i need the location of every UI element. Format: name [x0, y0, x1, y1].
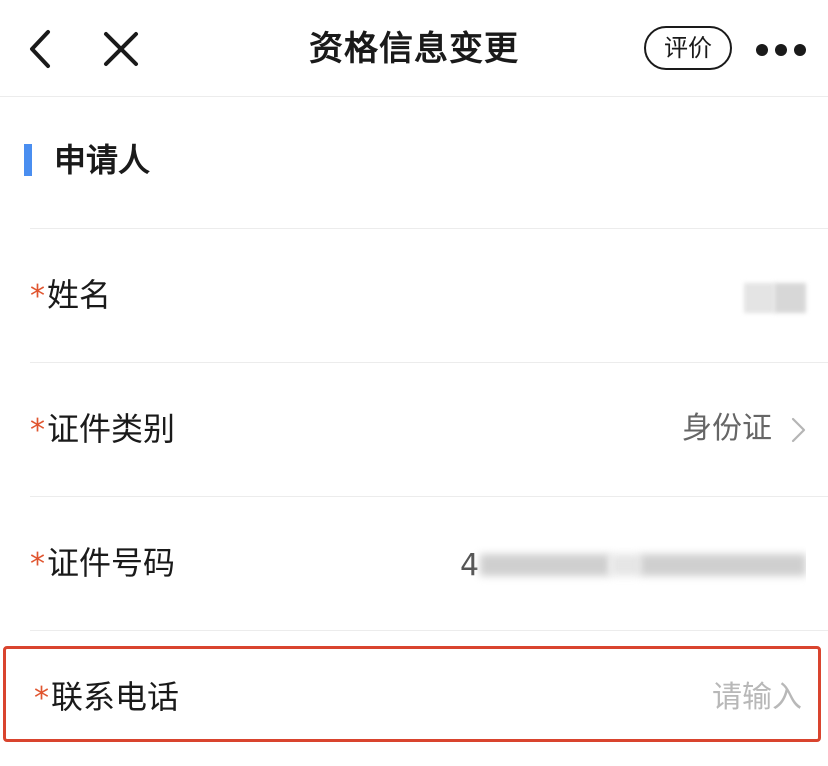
divider	[30, 630, 828, 631]
name-row: *姓名	[0, 228, 828, 362]
id-type-row[interactable]: *证件类别 身份证	[0, 362, 828, 496]
name-value-redacted	[744, 283, 774, 313]
section-accent-bar	[24, 144, 32, 176]
name-value-redacted	[774, 283, 806, 313]
more-button[interactable]	[756, 34, 806, 64]
name-label: *姓名	[30, 276, 112, 314]
id-number-visible-digit: 4	[460, 548, 480, 583]
id-type-label: *证件类别	[30, 410, 176, 448]
rate-button[interactable]: 评价	[644, 26, 732, 70]
chevron-right-icon	[791, 417, 806, 443]
phone-row-highlight: *联系电话	[3, 646, 821, 742]
form-page: 资格信息变更 评价 申请人 *姓名 *证件类别 身份证 *证件号码 4 *联系电…	[0, 0, 828, 766]
id-number-redacted	[640, 554, 806, 576]
phone-label: *联系电话	[34, 678, 180, 716]
required-mark: *	[34, 681, 49, 716]
id-number-label: *证件号码	[30, 544, 176, 582]
id-number-redacted	[610, 554, 640, 576]
phone-input[interactable]	[502, 675, 802, 719]
id-type-value: 身份证	[682, 411, 772, 446]
section-title: 申请人	[54, 141, 151, 179]
required-mark: *	[30, 279, 45, 314]
divider	[30, 496, 828, 497]
required-mark: *	[30, 547, 45, 582]
nav-bar: 资格信息变更 评价	[0, 0, 828, 97]
id-number-redacted	[480, 554, 610, 576]
divider	[30, 228, 828, 229]
divider	[30, 362, 828, 363]
applicant-section-header: 申请人	[0, 96, 828, 228]
required-mark: *	[30, 413, 45, 448]
id-number-value: 4	[460, 546, 806, 586]
